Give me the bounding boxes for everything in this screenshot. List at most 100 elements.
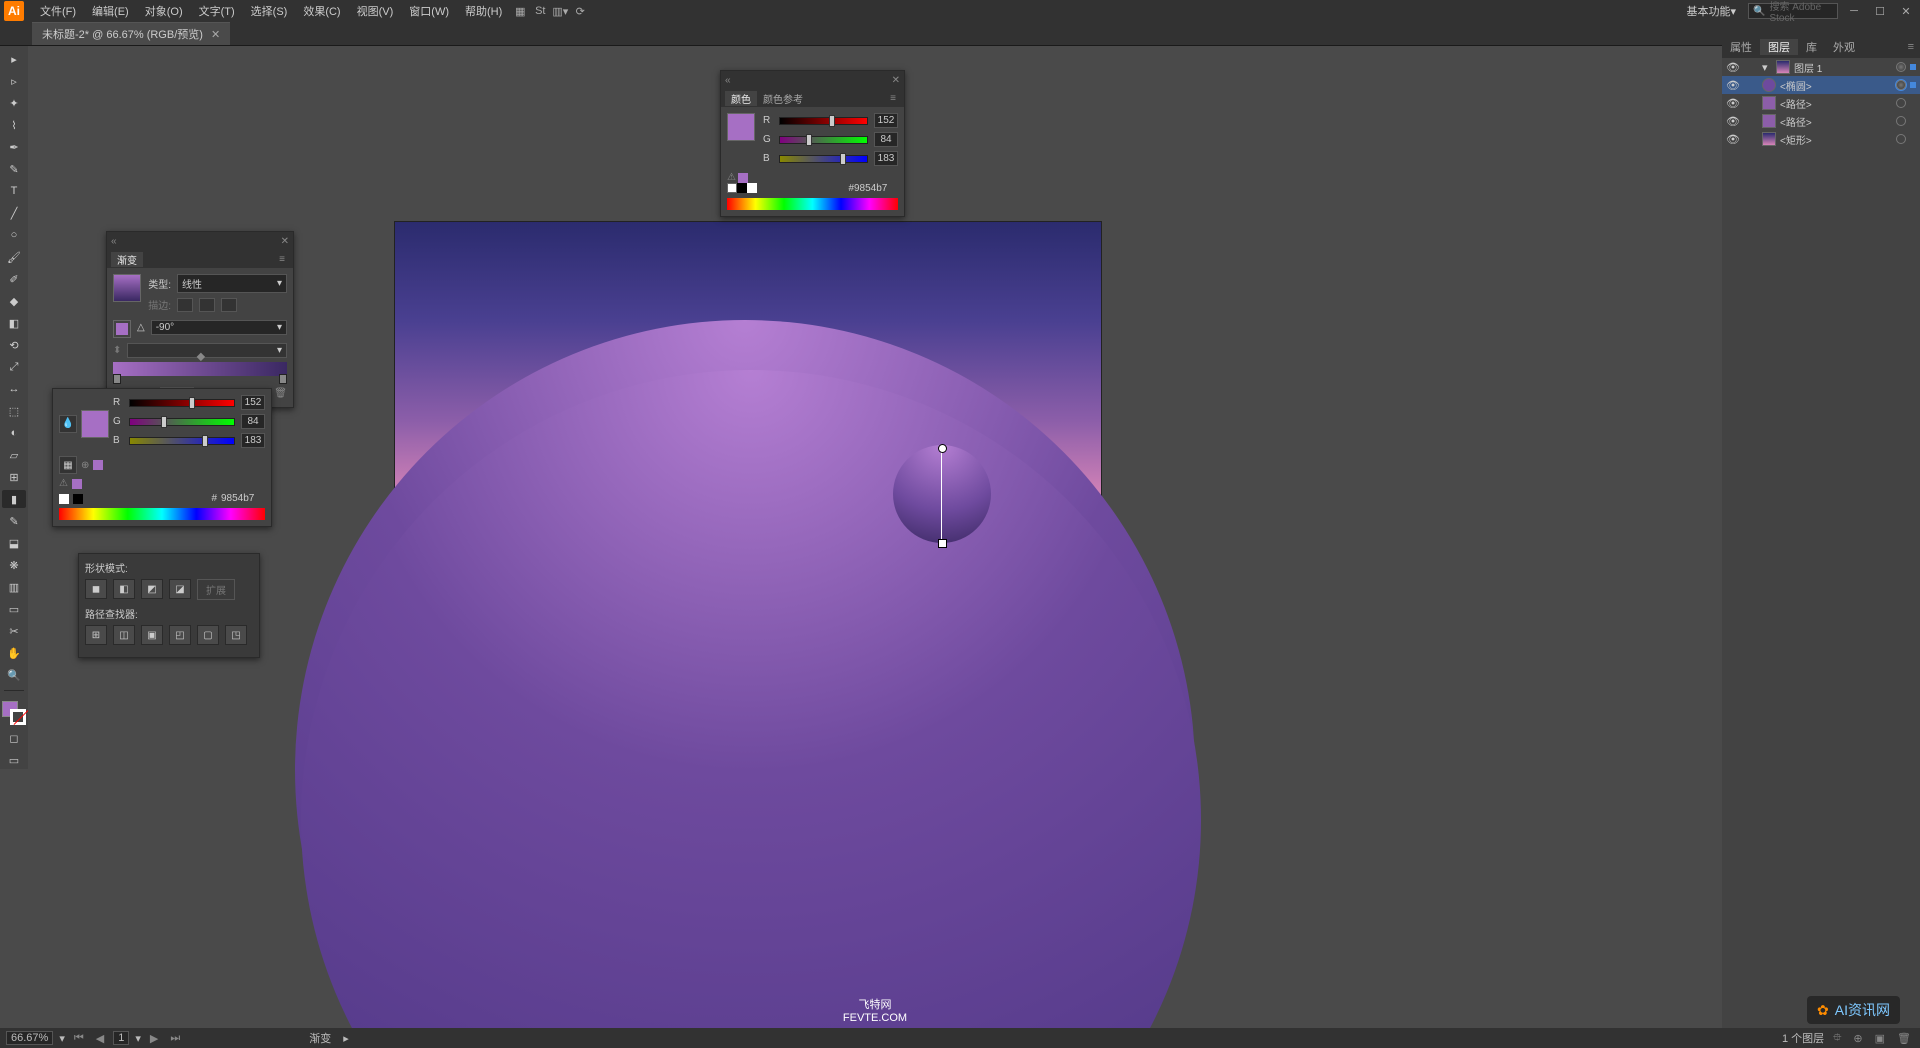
panel-menu-icon[interactable]: ≡ — [886, 91, 900, 105]
gradient-annotator[interactable] — [941, 448, 942, 544]
zoom-input[interactable]: 66.67% — [6, 1031, 53, 1045]
eraser-tool[interactable]: ◧ — [2, 314, 26, 332]
gradient-tab[interactable]: 渐变 — [111, 252, 143, 267]
menu-effect[interactable]: 效果(C) — [295, 3, 348, 19]
document-tab[interactable]: 未标题-2* @ 66.67% (RGB/预览) ✕ — [32, 22, 230, 45]
menu-file[interactable]: 文件(F) — [32, 3, 84, 19]
sublayer-path1[interactable]: 👁 <路径> — [1722, 94, 1920, 112]
last-artboard-button[interactable]: ⏭ — [167, 1032, 183, 1045]
merge-button[interactable]: ▣ — [141, 625, 163, 645]
bridge-icon[interactable]: ▦ — [510, 1, 530, 21]
visibility-icon[interactable]: 👁 — [1726, 114, 1740, 128]
r-slider[interactable] — [779, 117, 868, 125]
divide-button[interactable]: ⊞ — [85, 625, 107, 645]
gradient-fill-stroke[interactable] — [113, 320, 131, 338]
curvature-tool[interactable]: ✎ — [2, 160, 26, 178]
zoom-tool[interactable]: 🔍 — [2, 666, 26, 684]
arrange-icon[interactable]: ▥▾ — [550, 1, 570, 21]
blend-tool[interactable]: ⬓ — [2, 534, 26, 552]
layer-row[interactable]: 👁 ▾ 图层 1 — [1722, 58, 1920, 76]
width-tool[interactable]: ↔ — [2, 380, 26, 398]
target-icon[interactable] — [1896, 116, 1906, 126]
black-swatch[interactable] — [737, 183, 747, 193]
properties-tab[interactable]: 属性 — [1722, 39, 1760, 55]
stroke-swatch[interactable] — [10, 709, 26, 725]
gamut-swatch[interactable] — [738, 173, 748, 183]
minimize-icon[interactable]: ─ — [1844, 3, 1864, 19]
hex-value[interactable]: 9854b7 — [221, 493, 265, 504]
visibility-icon[interactable]: 👁 — [1726, 78, 1740, 92]
white-swatch[interactable] — [747, 183, 757, 193]
sublayer-rect[interactable]: 👁 <矩形> — [1722, 130, 1920, 148]
color-swatch[interactable] — [727, 113, 755, 141]
out-of-gamut-icon[interactable]: ⚠ — [727, 172, 736, 183]
gradient-stop-2[interactable] — [279, 374, 287, 384]
intersect-button[interactable]: ◩ — [141, 579, 163, 599]
layer-name[interactable]: <路径> — [1780, 114, 1892, 129]
new-layer-icon[interactable]: ▣ — [1872, 1032, 1888, 1045]
panel-menu-icon[interactable]: ≡ — [1902, 41, 1920, 53]
target-icon[interactable] — [1896, 62, 1906, 72]
close-icon[interactable]: ✕ — [1896, 3, 1916, 19]
paintbrush-tool[interactable]: 🖌 — [2, 248, 26, 266]
stock-icon[interactable]: St — [530, 1, 550, 21]
layer-name[interactable]: <路径> — [1780, 96, 1892, 111]
panel-collapse-icon[interactable]: « — [725, 75, 731, 86]
artboard-tool[interactable]: ▭ — [2, 600, 26, 618]
crop-button[interactable]: ◰ — [169, 625, 191, 645]
delete-layer-icon[interactable]: 🗑 — [1894, 1032, 1914, 1045]
outline-button[interactable]: ▢ — [197, 625, 219, 645]
hand-tool[interactable]: ✋ — [2, 644, 26, 662]
layer-name[interactable]: <矩形> — [1780, 132, 1892, 147]
eyedropper-tool[interactable]: ✎ — [2, 512, 26, 530]
sublayer-ellipse[interactable]: 👁 <椭圆> — [1722, 76, 1920, 94]
link-icon[interactable]: ⊕ — [81, 460, 89, 471]
moon-ellipse[interactable] — [893, 445, 991, 543]
target-icon[interactable] — [1896, 98, 1906, 108]
blob-brush-tool[interactable]: ✐ — [2, 270, 26, 288]
color-tab[interactable]: 颜色 — [725, 91, 757, 106]
rotate-tool[interactable]: ⟲ — [2, 336, 26, 354]
line-tool[interactable]: ╱ — [2, 204, 26, 222]
perspective-tool[interactable]: ▱ — [2, 446, 26, 464]
b-slider[interactable] — [779, 155, 868, 163]
gamut-swatch[interactable] — [93, 460, 103, 470]
g-slider[interactable] — [129, 418, 235, 426]
menu-select[interactable]: 选择(S) — [243, 3, 296, 19]
visibility-icon[interactable]: 👁 — [1726, 60, 1740, 74]
menu-view[interactable]: 视图(V) — [349, 3, 402, 19]
ellipse-tool[interactable]: ○ — [2, 226, 26, 244]
artboard-number-input[interactable]: 1 — [113, 1031, 129, 1045]
maximize-icon[interactable]: ☐ — [1870, 3, 1890, 19]
r-slider[interactable] — [129, 399, 235, 407]
type-tool[interactable]: T — [2, 182, 26, 200]
web-safe-swatch[interactable] — [72, 479, 82, 489]
b-slider[interactable] — [129, 437, 235, 445]
r-value[interactable]: 152 — [874, 113, 898, 128]
layers-tab[interactable]: 图层 — [1760, 39, 1798, 55]
graph-tool[interactable]: ▥ — [2, 578, 26, 596]
g-value[interactable]: 84 — [874, 132, 898, 147]
new-sublayer-icon[interactable]: ⊕ — [1850, 1032, 1865, 1045]
black-swatch[interactable] — [73, 494, 83, 504]
workspace-switcher[interactable]: 基本功能 ▾ — [1680, 3, 1742, 19]
menu-help[interactable]: 帮助(H) — [457, 3, 510, 19]
menu-edit[interactable]: 编辑(E) — [84, 3, 137, 19]
free-transform-tool[interactable]: ⬚ — [2, 402, 26, 420]
panel-close-icon[interactable]: ✕ — [281, 236, 289, 247]
locate-icon[interactable]: ⯐ — [1830, 1029, 1844, 1048]
gradient-type-dropdown[interactable]: 线性▾ — [177, 274, 287, 293]
scale-tool[interactable]: ⤢ — [2, 358, 26, 376]
b-value[interactable]: 183 — [241, 433, 265, 448]
first-artboard-button[interactable]: ⏮ — [71, 1032, 87, 1045]
layer-name[interactable]: 图层 1 — [1794, 60, 1892, 75]
warn-icon[interactable]: ⚠ — [59, 478, 68, 489]
visibility-icon[interactable]: 👁 — [1726, 132, 1740, 146]
gradient-tool[interactable]: ▮ — [2, 490, 26, 508]
tab-close-icon[interactable]: ✕ — [211, 28, 220, 41]
delete-stop-icon[interactable]: 🗑 — [274, 388, 287, 399]
prev-artboard-button[interactable]: ◀ — [93, 1032, 107, 1045]
trim-button[interactable]: ◫ — [113, 625, 135, 645]
next-artboard-button[interactable]: ▶ — [147, 1032, 161, 1045]
lasso-tool[interactable]: ⌇ — [2, 116, 26, 134]
